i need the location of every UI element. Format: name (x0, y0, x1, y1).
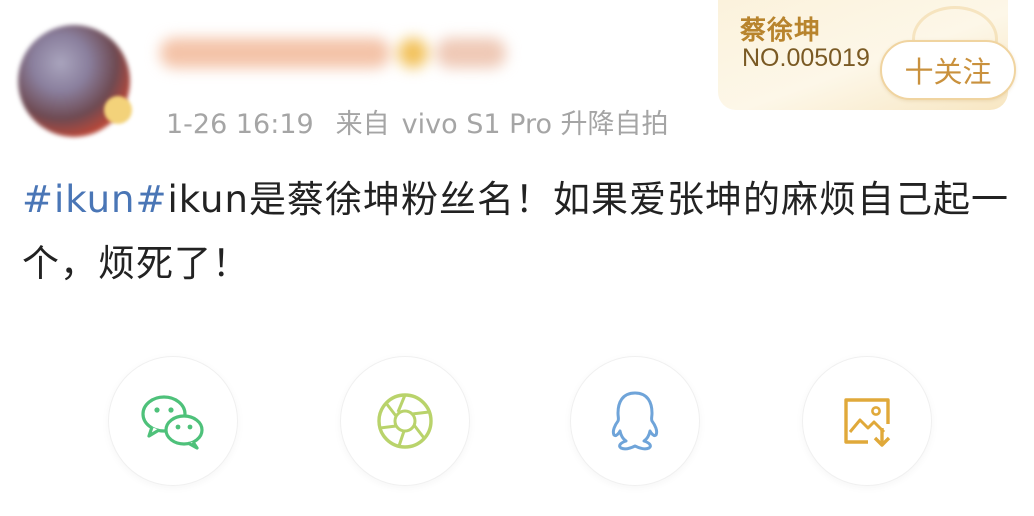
share-moments-button[interactable] (340, 356, 470, 486)
blurred-name-segment (160, 38, 390, 68)
moments-icon (377, 393, 433, 449)
fan-badge-name: 蔡徐坤 (740, 16, 822, 46)
post-body: ikun是蔡徐坤粉丝名！如果爱张坤的麻烦自己起一个，烦死了！ (22, 178, 1009, 285)
post-source-prefix: 来自 (335, 109, 390, 140)
post-text: #ikun#ikun是蔡徐坤粉丝名！如果爱张坤的麻烦自己起一个，烦死了！ (22, 168, 1012, 296)
save-image-button[interactable] (802, 356, 932, 486)
blurred-emoji (398, 38, 428, 68)
fan-badge-number: NO.005019 (742, 44, 870, 72)
qq-icon (611, 391, 659, 451)
wechat-icon (141, 395, 204, 450)
save-image-icon (844, 398, 891, 447)
share-wechat-button[interactable] (108, 356, 238, 486)
blurred-name-segment (436, 38, 506, 68)
weibo-post-card: 1-26 16:19 来自 vivo S1 Pro 升降自拍 蔡徐坤 NO.0050… (0, 0, 1034, 516)
post-timestamp: 1-26 16:19 (166, 109, 314, 140)
post-source-device[interactable]: vivo S1 Pro 升降自拍 (402, 109, 669, 140)
hashtag-link[interactable]: #ikun# (22, 178, 167, 221)
follow-button[interactable]: 十关注 (880, 40, 1016, 100)
share-qq-button[interactable] (570, 356, 700, 486)
verified-badge-icon (104, 96, 132, 124)
post-meta: 1-26 16:19 来自 vivo S1 Pro 升降自拍 (166, 102, 691, 141)
username-blurred[interactable] (160, 30, 560, 76)
